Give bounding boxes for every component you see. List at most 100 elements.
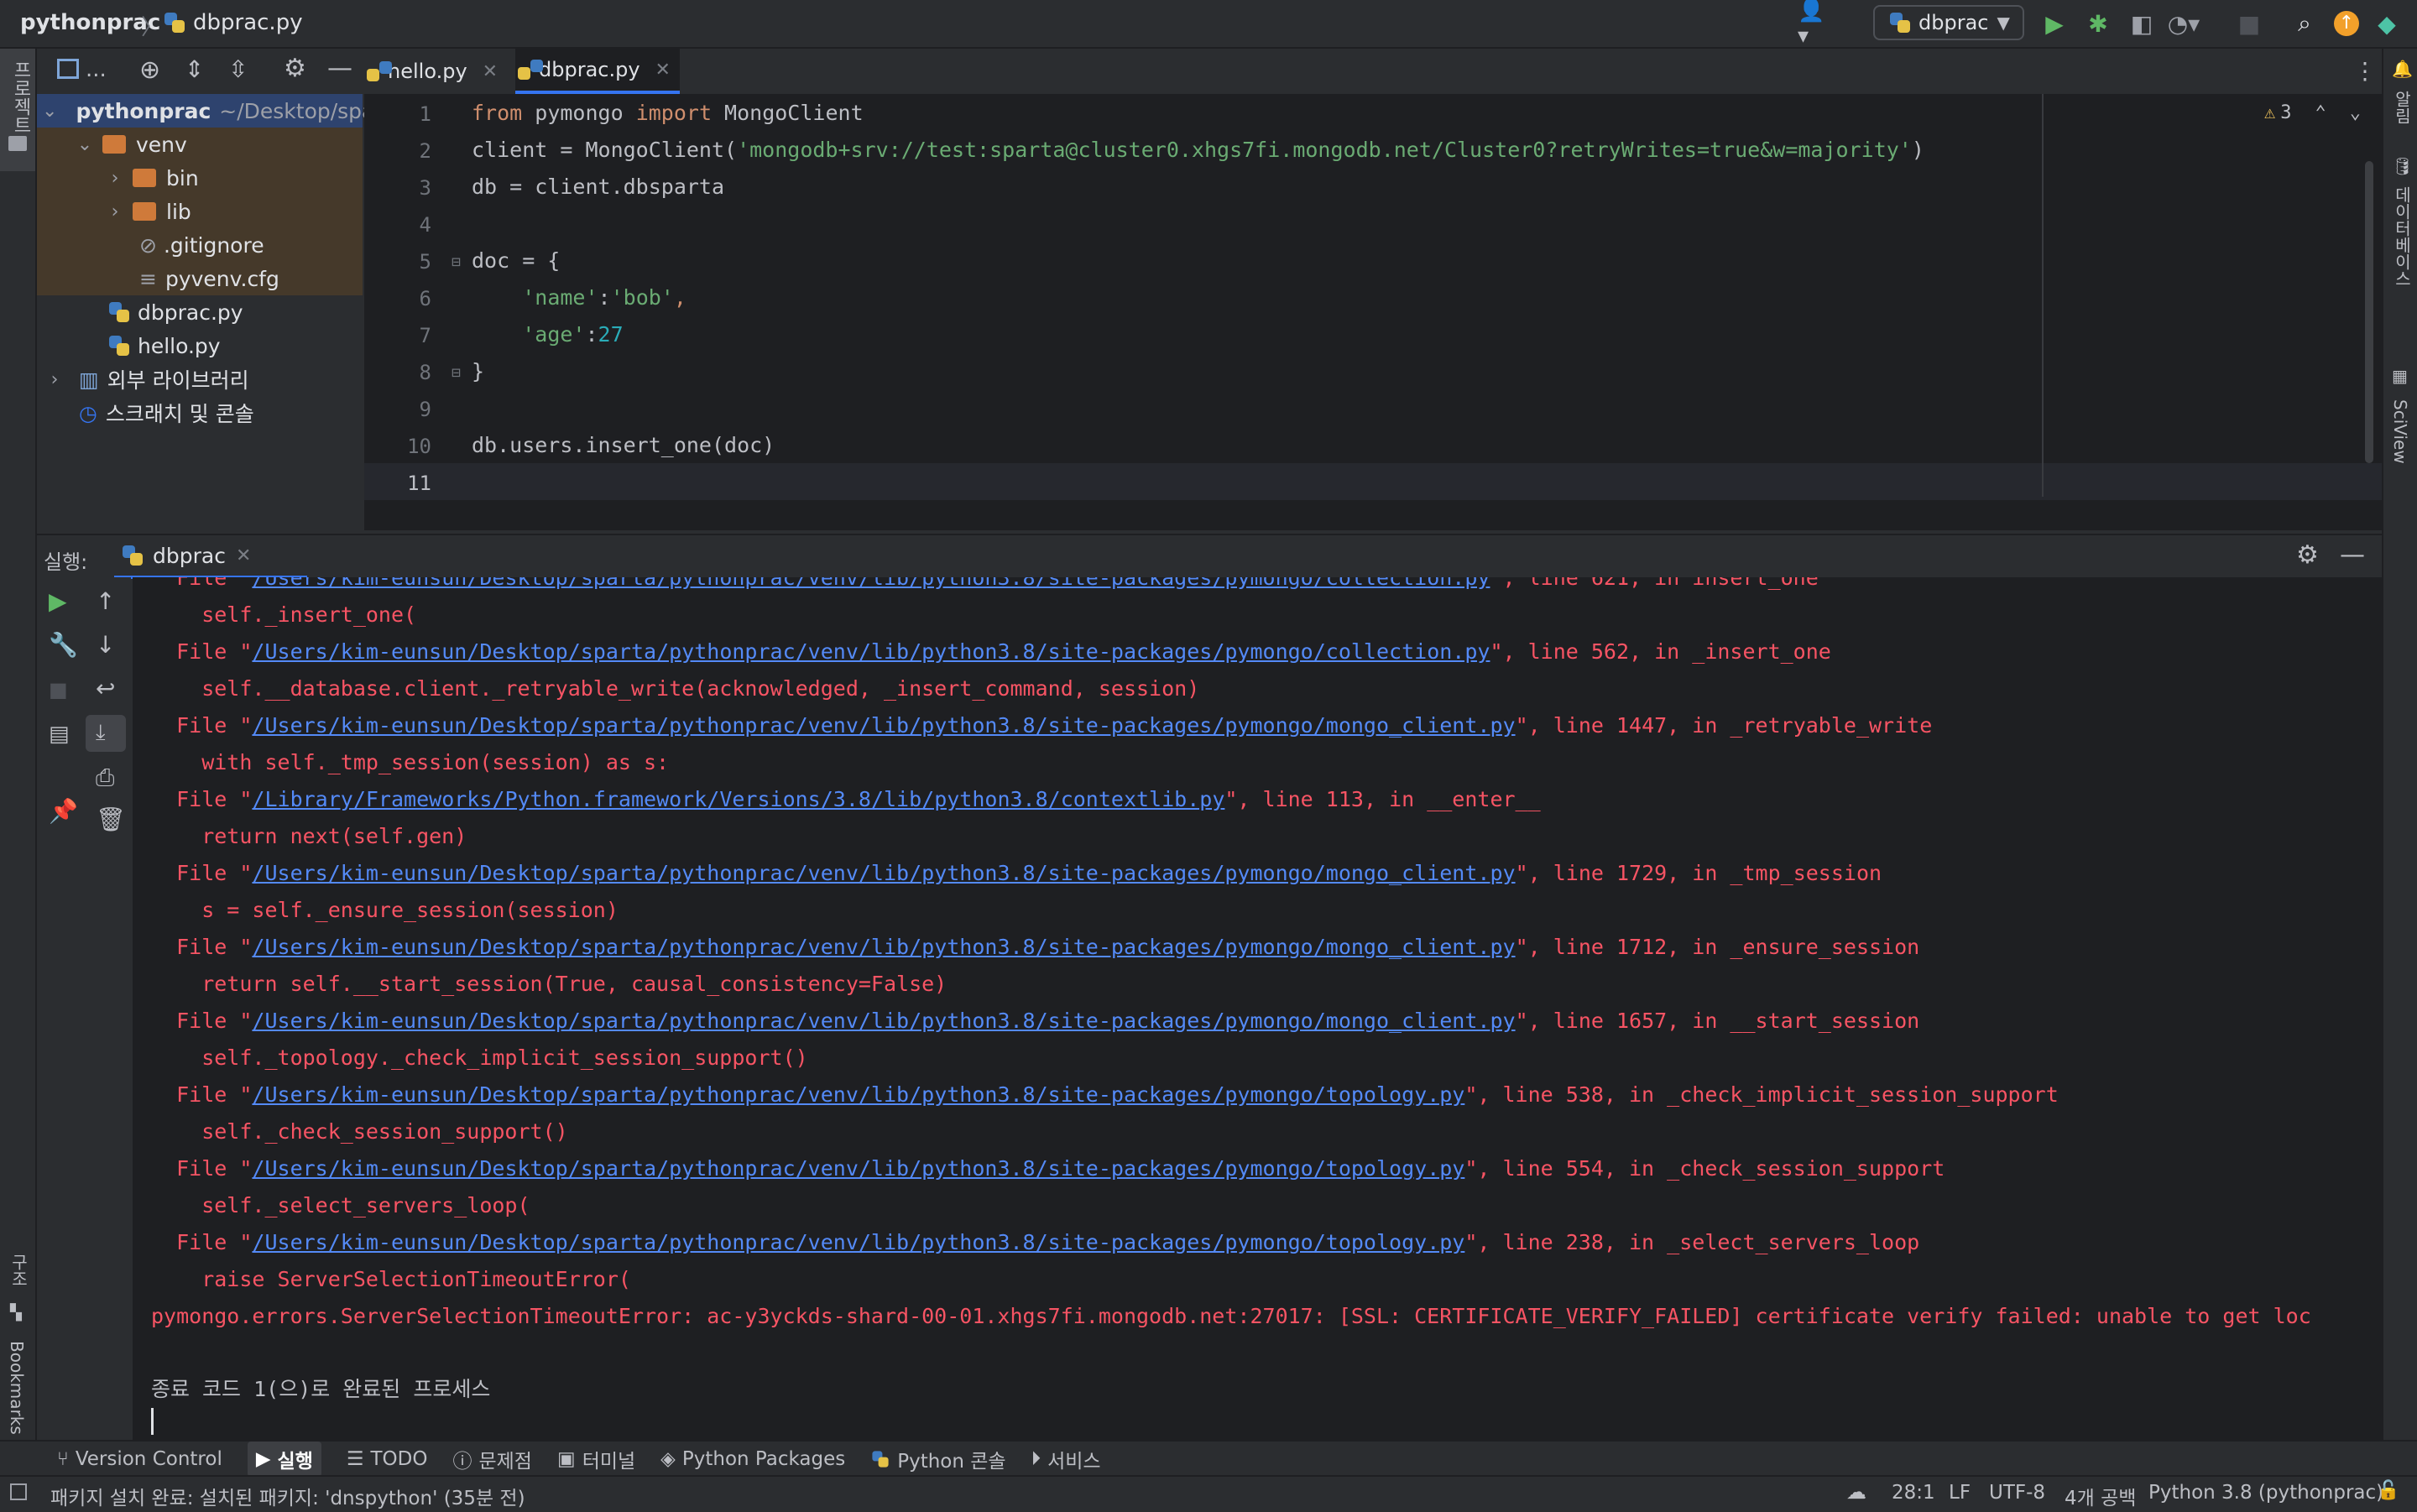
current-line-highlight (364, 463, 2382, 500)
tab-dbprac[interactable]: dbprac.py ✕ (515, 49, 680, 94)
coverage-icon[interactable]: ◧ (2127, 8, 2157, 39)
status-message[interactable]: 패키지 설치 완료: 설치된 패키지: 'dnspython' (35분 전) (50, 1482, 525, 1510)
tab-hello[interactable]: hello.py ✕ (364, 49, 512, 94)
inspection-widget[interactable]: ⚠ 3 ⌃ ⌄ (2264, 102, 2361, 123)
file-link[interactable]: /Users/kim-eunsun/Desktop/sparta/pythonp… (252, 1230, 1464, 1254)
file-link[interactable]: /Users/kim-eunsun/Desktop/sparta/pythonp… (252, 1082, 1464, 1107)
minimize-icon[interactable]: — (2340, 540, 2365, 570)
scroll-down-icon[interactable]: ↓ (96, 631, 115, 659)
close-icon[interactable]: ✕ (655, 60, 671, 81)
run-icon[interactable]: ▶ (2039, 8, 2070, 39)
code-token: , (673, 285, 686, 310)
tree-item-external-libraries[interactable]: › ▥ 외부 라이브러리 (37, 362, 363, 396)
indent-setting[interactable]: 4개 공백 (2065, 1482, 2136, 1510)
collapse-all-icon[interactable]: ⇳ (228, 55, 248, 83)
wrench-icon[interactable]: 🔧 (49, 631, 78, 659)
file-encoding[interactable]: UTF-8 (1989, 1482, 2045, 1504)
tree-item-label: .gitignore (163, 232, 264, 258)
tree-item-hello[interactable]: hello.py (37, 329, 363, 362)
tree-item-gitignore[interactable]: ⊘ .gitignore (37, 228, 363, 262)
tree-item-bin[interactable]: › bin (37, 161, 363, 195)
file-link[interactable]: /Users/kim-eunsun/Desktop/sparta/pythonp… (252, 713, 1515, 738)
close-icon[interactable]: ✕ (236, 545, 251, 566)
gear-icon[interactable]: ⚙ (284, 54, 306, 83)
more-tabs-icon[interactable]: ⋮ (2353, 57, 2377, 85)
locate-icon[interactable]: ⊕ (139, 55, 160, 85)
project-name[interactable]: pythonprac (20, 10, 160, 35)
file-link[interactable]: /Users/kim-eunsun/Desktop/sparta/pythonp… (252, 1156, 1464, 1181)
exit-message: 종료 코드 1(으)로 완료된 프로세스 (151, 1377, 491, 1401)
editor-scrollbar[interactable] (2365, 161, 2373, 463)
panel-toggle-icon[interactable] (10, 1483, 27, 1500)
trash-icon[interactable]: 🗑 (96, 806, 126, 833)
project-tool-button[interactable]: 프로젝트 (0, 49, 35, 171)
project-view-icon[interactable] (57, 59, 79, 79)
gear-icon[interactable]: ⚙ (2296, 540, 2319, 570)
line-separator[interactable]: LF (1949, 1482, 1971, 1504)
rerun-icon[interactable]: ▶ (49, 587, 67, 615)
tree-item-dbprac[interactable]: dbprac.py (37, 295, 363, 329)
minimize-icon[interactable]: — (327, 54, 352, 83)
lock-icon[interactable]: 🔓 (2377, 1480, 2399, 1501)
run-console[interactable]: File "/Users/kim-eunsun/Desktop/sparta/p… (133, 577, 2382, 1440)
caret-position[interactable]: 28:1 (1892, 1482, 1935, 1504)
close-icon[interactable]: ✕ (483, 61, 498, 82)
toolwindow-run[interactable]: ▶ 실행 (247, 1442, 321, 1477)
file-link[interactable]: /Users/kim-eunsun/Desktop/sparta/pythonp… (252, 935, 1515, 959)
toolwindow-services[interactable]: ⏵ 서비스 (1031, 1445, 1101, 1473)
update-icon[interactable]: ↑ (2331, 8, 2362, 39)
tree-root[interactable]: ⌄ pythonprac ~/Desktop/sparta/pythonprac (37, 94, 531, 128)
file-link[interactable]: /Users/kim-eunsun/Desktop/sparta/pythonp… (252, 639, 1490, 664)
scroll-up-icon[interactable]: ↑ (96, 587, 115, 615)
tree-item-lib[interactable]: › lib (37, 195, 363, 228)
tree-item-pyvenv[interactable]: ≡ pyvenv.cfg (37, 262, 363, 295)
toolwindow-python-console[interactable]: Python 콘솔 (870, 1445, 1006, 1473)
hector-icon[interactable]: ☁ (1846, 1480, 1866, 1504)
file-link[interactable]: /Users/kim-eunsun/Desktop/sparta/pythonp… (252, 861, 1515, 885)
toolwindow-todo[interactable]: ☰ TODO (347, 1448, 428, 1470)
list-icon: ☰ (346, 1448, 364, 1470)
file-link[interactable]: /Users/kim-eunsun/Desktop/sparta/pythonp… (252, 1009, 1515, 1033)
toolwindow-problems[interactable]: ⓘ 문제점 (452, 1445, 531, 1473)
python-interpreter[interactable]: Python 3.8 (pythonprac) (2148, 1482, 2383, 1504)
tab-label: dbprac.py (539, 58, 640, 81)
chevron-up-icon[interactable]: ⌃ (2315, 102, 2326, 123)
profile-icon[interactable]: ◔▾ (2168, 8, 2200, 39)
scratch-icon: ◷ (79, 400, 97, 425)
line-number: 7 (419, 324, 431, 347)
expand-all-icon[interactable]: ⇕ (185, 55, 204, 83)
code-editor[interactable]: 1 2 3 4 5 6 7 8 9 10 11 ⊟ ⊟ from pymongo… (364, 94, 2382, 530)
search-icon[interactable]: ⌕ (2289, 8, 2320, 39)
scroll-to-end-button[interactable]: ⤓ (86, 715, 126, 752)
run-config-selector[interactable]: dbprac ▼ (1873, 5, 2024, 40)
folder-icon (8, 136, 27, 151)
user-icon[interactable]: 👤▾ (1798, 0, 1828, 49)
chevron-down-icon[interactable]: ⌄ (2350, 102, 2361, 123)
print-icon[interactable]: ⎙ (96, 764, 114, 792)
toolwindow-python-packages[interactable]: ◈ Python Packages (660, 1448, 845, 1470)
tree-item-scratches[interactable]: ◷ 스크래치 및 콘솔 (37, 396, 363, 430)
run-tab-dbprac[interactable]: dbprac ✕ (114, 535, 307, 579)
console-line: File "/Users/kim-eunsun/Desktop/sparta/p… (151, 1156, 1945, 1181)
debug-icon[interactable]: ✱ (2083, 8, 2113, 39)
stop-icon[interactable]: ■ (2234, 8, 2264, 39)
database-icon: 🛢 (2392, 156, 2414, 176)
toolwindow-terminal[interactable]: ▣ 터미널 (557, 1445, 635, 1473)
sciview-tool-button[interactable]: ▦ SciView (2383, 315, 2417, 464)
breadcrumb-file[interactable]: dbprac.py (164, 10, 303, 35)
fold-icon[interactable]: ⊟ (452, 253, 461, 271)
tree-item-venv[interactable]: ⌄ venv (37, 128, 363, 161)
run-tab-label: dbprac (153, 543, 226, 568)
ide-logo-icon[interactable]: ◆ (2372, 8, 2402, 39)
file-link[interactable]: /Users/kim-eunsun/Desktop/sparta/pythonp… (252, 577, 1490, 590)
toolwindow-version-control[interactable]: ⑂ Version Control (57, 1448, 222, 1470)
pin-icon[interactable]: 📌 (49, 797, 78, 825)
stop-icon[interactable]: ■ (49, 678, 68, 701)
file-link[interactable]: /Library/Frameworks/Python.framework/Ver… (252, 787, 1224, 811)
tree-item-label: pyvenv.cfg (164, 266, 279, 291)
soft-wrap-icon[interactable]: ↩ (96, 675, 115, 702)
fold-icon[interactable]: ⊟ (452, 364, 461, 382)
project-view-label[interactable]: ... (86, 57, 107, 82)
layout-icon[interactable]: ▤ (49, 722, 70, 747)
notifications-tool-button[interactable]: 🔔 알림 (2383, 57, 2417, 149)
